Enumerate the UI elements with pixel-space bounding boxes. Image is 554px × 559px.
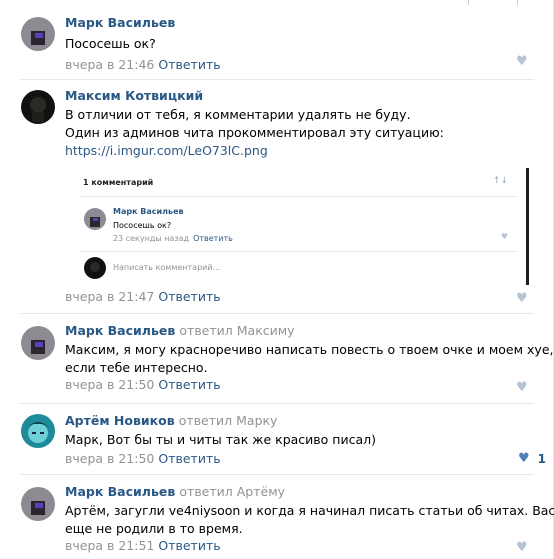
embed-divider [80, 196, 516, 197]
replied-to[interactable]: ответил Марку [179, 413, 278, 428]
embed-time: 23 секунды назад [113, 234, 190, 243]
comment-date[interactable]: вчера в 21:50 [65, 377, 154, 392]
heart-icon[interactable]: ♥ [518, 452, 532, 465]
embed-author: Марк Васильев [113, 207, 184, 216]
comment-text: В отличии от тебя, я комментарии удалять… [65, 107, 411, 122]
embed-input-placeholder: Написать комментарий... [113, 263, 221, 272]
embed-avatar [84, 208, 106, 230]
embed-text: Пососешь ок? [113, 221, 172, 230]
comment-text: еще не родили в то время. [65, 521, 243, 536]
reply-button[interactable]: Ответить [158, 57, 220, 72]
comment-text: Артём, загугли ve4niysoon и когда я начи… [65, 503, 554, 518]
comment-date[interactable]: вчера в 21:51 [65, 538, 154, 553]
avatar[interactable] [21, 414, 55, 448]
reply-button[interactable]: Ответить [158, 377, 220, 392]
comment-date[interactable]: вчера в 21:50 [65, 451, 154, 466]
sort-icon: ↑↓ [492, 176, 508, 186]
replied-to[interactable]: ответил Артёму [179, 484, 285, 499]
heart-icon[interactable]: ♥ [516, 55, 530, 68]
comment-text: Максим, я могу красноречиво написать пов… [65, 342, 554, 357]
reply-button[interactable]: Ответить [158, 538, 220, 553]
avatar[interactable] [21, 17, 55, 51]
comment-author[interactable]: Артём Новиков [65, 413, 175, 428]
embedded-screenshot: 1 комментарий ↑↓ Марк Васильев Пососешь … [65, 168, 529, 285]
reply-button[interactable]: Ответить [158, 289, 220, 304]
comment-author[interactable]: Марк Васильев [65, 484, 175, 499]
embed-meta: 23 секунды назад Ответить [113, 234, 233, 243]
divider [20, 474, 534, 475]
comment-link[interactable]: https://i.imgur.com/LeO73lC.png [65, 143, 268, 158]
comment-author[interactable]: Максим Котвицкий [65, 88, 203, 103]
heart-icon: ♥ [500, 232, 508, 241]
divider [20, 313, 534, 314]
replied-to[interactable]: ответил Максиму [179, 323, 294, 338]
comment-date[interactable]: вчера в 21:46 [65, 57, 154, 72]
embed-avatar [84, 257, 106, 279]
avatar[interactable] [21, 487, 55, 521]
heart-icon[interactable]: ♥ [516, 381, 530, 394]
avatar[interactable] [21, 90, 55, 124]
divider [20, 79, 534, 80]
heart-icon[interactable]: ♥ [516, 541, 530, 554]
embed-reply: Ответить [193, 234, 233, 243]
comment-date[interactable]: вчера в 21:47 [65, 289, 154, 304]
comment-author[interactable]: Марк Васильев [65, 15, 175, 30]
reply-button[interactable]: Ответить [158, 451, 220, 466]
avatar[interactable] [21, 326, 55, 360]
like-count: 1 [537, 452, 546, 466]
top-edge-marks [0, 0, 554, 6]
comment-text: Пососешь ок? [65, 36, 156, 51]
embed-divider [80, 251, 516, 252]
comment-text: Марк, Вот бы ты и читы так же красиво пи… [65, 432, 376, 447]
embed-header: 1 комментарий [83, 178, 154, 187]
comment-text: Один из админов чита прокомментировал эт… [65, 125, 444, 140]
heart-icon[interactable]: ♥ [516, 292, 530, 305]
comment-author[interactable]: Марк Васильев [65, 323, 175, 338]
divider [20, 403, 534, 404]
comment-text: если тебе интересно. [65, 360, 208, 375]
